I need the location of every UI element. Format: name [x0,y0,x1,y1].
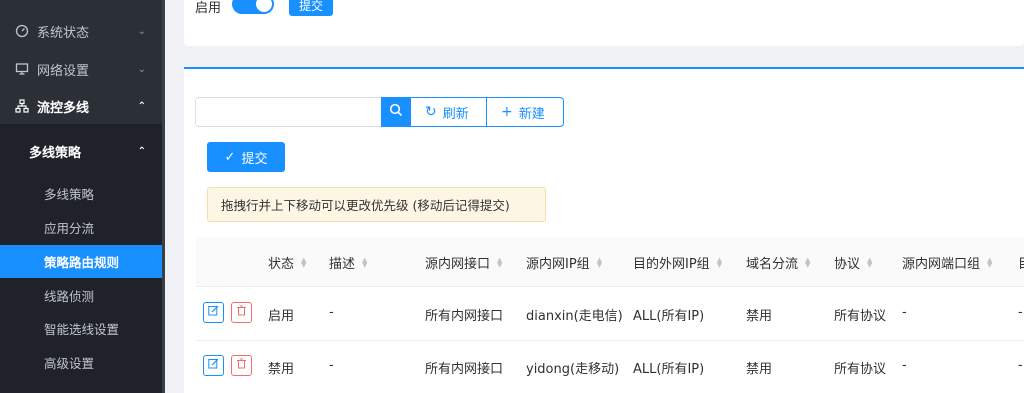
sort-icon[interactable]: ▲ ▼ [597,256,602,268]
sidebar-subitem-policy-routing[interactable]: 策略路由规则 [0,245,162,278]
priority-hint: 拖拽行并上下移动可以更改优先级 (移动后记得提交) [207,187,546,222]
column-header-desc[interactable]: 描述 ▲ ▼ [329,253,367,272]
sidebar-item-system-status[interactable]: 系统状态 ⌄ [0,13,162,49]
cell-status: 启用 [268,309,295,324]
sort-icon[interactable]: ▲ ▼ [301,256,306,268]
column-header-protocol[interactable]: 协议 ▲ ▼ [834,253,872,272]
trash-icon [236,358,247,373]
column-label: 源内网接口 [425,257,491,272]
cell-src-ip: yidong(走移动) [526,362,620,377]
cell-desc: - [329,305,334,320]
cell-src-iface: 所有内网接口 [425,362,504,377]
delete-button[interactable] [231,355,252,376]
sidebar-subitem-advanced[interactable]: 高级设置 [0,346,162,379]
sort-icon[interactable]: ▲ ▼ [867,256,872,268]
column-label: 源内网端口组 [902,257,981,272]
column-label: 状态 [268,257,295,272]
new-button[interactable]: + 新建 [487,98,563,126]
column-label: 描述 [329,257,356,272]
sort-icon[interactable]: ▲ ▼ [805,256,810,268]
cell-domain: 禁用 [746,362,773,377]
cell-protocol: 所有协议 [834,362,887,377]
column-header-dst-ip[interactable]: 目的外网IP组 ▲ ▼ [633,253,722,272]
cell-src-ip: dianxin(走电信) [526,309,623,324]
sort-icon[interactable]: ▲ ▼ [362,256,367,268]
sidebar-scrollbar[interactable] [162,0,165,393]
sidebar-subitem-line-detect[interactable]: 线路侦测 [0,279,162,312]
submit-button[interactable]: ✓ 提交 [207,142,285,172]
chevron-up-icon: ⌃ [137,100,146,112]
trash-icon [236,305,247,320]
cell-src-port: - [902,358,907,373]
chevron-down-icon: ⌄ [137,25,146,37]
top-submit-button[interactable]: 提交 [289,0,333,16]
cell-dst-ip: ALL(所有IP) [633,362,705,377]
check-icon: ✓ [224,149,236,165]
column-label: 目 [1018,253,1024,272]
sort-icon[interactable]: ▲ ▼ [497,256,502,268]
monitor-icon [15,62,29,76]
sidebar-item-label: 流控多线 [37,100,90,116]
column-header-src-port[interactable]: 源内网端口组 ▲ ▼ [902,253,992,272]
sidebar: 系统状态 ⌄ 网络设置 ⌄ 流控多线 ⌃ 多线策略 ⌃ 多线策略 应用分流 策略… [0,0,165,393]
column-label: 目的外网IP组 [633,257,710,272]
sort-icon[interactable]: ▲ ▼ [987,256,992,268]
column-label: 协议 [834,257,861,272]
enable-toggle[interactable] [232,0,274,14]
sidebar-item-label: 系统状态 [37,25,90,41]
cell-extra: - [1018,305,1023,320]
edit-button[interactable] [203,302,224,323]
chevron-down-icon: ⌄ [137,63,146,75]
chevron-up-icon: ⌃ [137,145,146,157]
dashboard-icon [15,24,29,38]
search-icon [389,103,403,121]
edit-icon [208,305,219,320]
toggle-knob [256,0,272,12]
sidebar-item-flow-control[interactable]: 流控多线 ⌃ [0,88,162,124]
sidebar-item-network-settings[interactable]: 网络设置 ⌄ [0,51,162,87]
column-header-status[interactable]: 状态 ▲ ▼ [268,253,306,272]
cell-dst-ip: ALL(所有IP) [633,309,705,324]
column-label: 源内网IP组 [526,257,590,272]
sidebar-subitem-app-split[interactable]: 应用分流 [0,211,162,244]
cell-desc: - [329,358,334,373]
column-header-truncated[interactable]: 目 [1018,253,1024,272]
cell-protocol: 所有协议 [834,309,887,324]
sidebar-group-multiline-policy[interactable]: 多线策略 ⌃ [0,133,162,169]
enable-label: 启用 [195,1,222,16]
new-label: 新建 [518,106,545,122]
sidebar-item-label: 网络设置 [37,63,90,79]
edit-icon [208,358,219,373]
plus-icon: + [501,104,513,120]
column-header-domain[interactable]: 域名分流 ▲ ▼ [746,253,810,272]
sidebar-subitem-multiline-policy[interactable]: 多线策略 [0,177,162,210]
column-label: 域名分流 [746,257,799,272]
cell-src-iface: 所有内网接口 [425,309,504,324]
column-header-src-iface[interactable]: 源内网接口 ▲ ▼ [425,253,502,272]
column-header-src-ip[interactable]: 源内网IP组 ▲ ▼ [526,253,602,272]
search-input[interactable] [195,97,381,127]
sidebar-group-label: 多线策略 [29,145,82,161]
sort-icon[interactable]: ▲ ▼ [717,256,722,268]
refresh-button[interactable]: ↻ 刷新 [411,98,487,126]
toolbar-button-group: ↻ 刷新 + 新建 [410,97,564,127]
cell-status: 禁用 [268,362,295,377]
submit-label: 提交 [241,151,268,167]
search-button[interactable] [381,97,410,127]
cell-src-port: - [902,305,907,320]
table-header [196,238,1024,287]
delete-button[interactable] [231,302,252,323]
refresh-label: 刷新 [442,106,469,122]
cell-domain: 禁用 [746,309,773,324]
network-icon [15,99,29,113]
cell-extra: - [1018,358,1023,373]
refresh-icon: ↻ [425,104,437,120]
sidebar-subitem-smart-select[interactable]: 智能选线设置 [0,312,162,345]
edit-button[interactable] [203,355,224,376]
